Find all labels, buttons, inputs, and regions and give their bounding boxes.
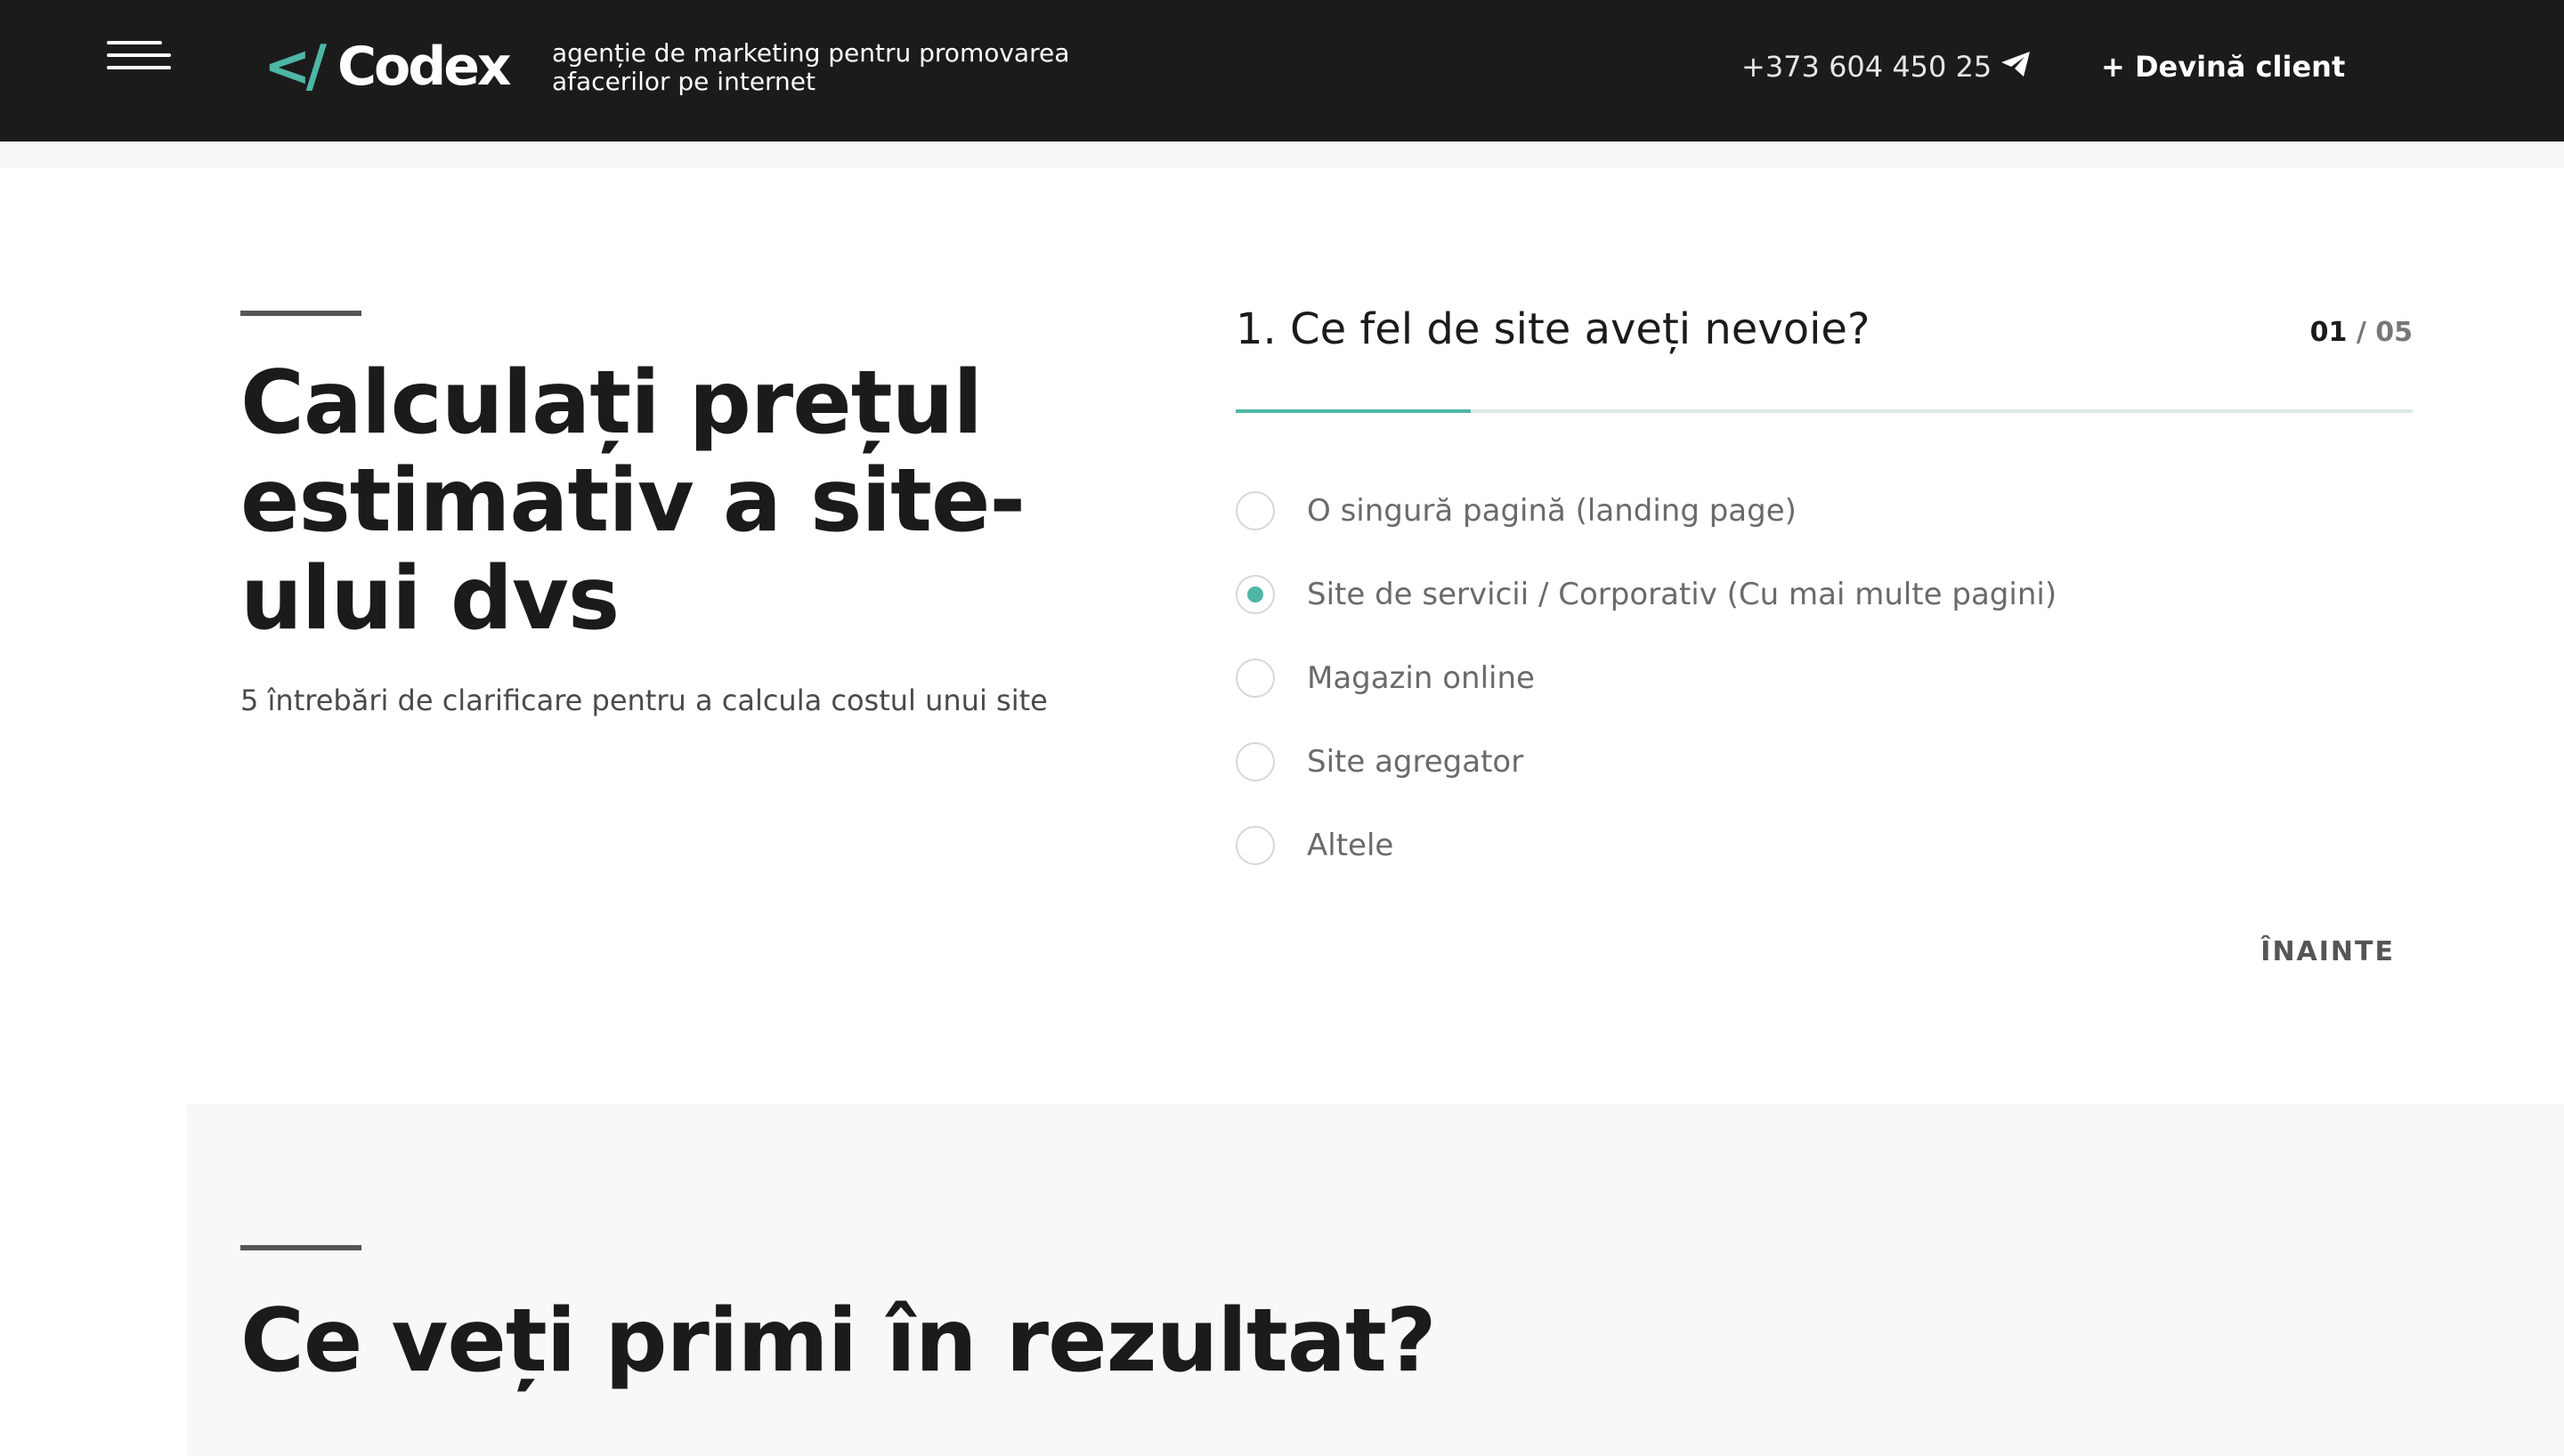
- radio-button[interactable]: [1236, 491, 1275, 530]
- site-header: </ Codex agenție de marketing pentru pro…: [0, 0, 2564, 142]
- menu-icon[interactable]: [107, 39, 171, 71]
- radio-button[interactable]: [1236, 575, 1275, 614]
- radio-button[interactable]: [1236, 826, 1275, 865]
- logo-mark: </: [264, 34, 327, 100]
- option-aggregator-site[interactable]: Site agregator: [1236, 740, 1523, 783]
- option-label: O singură pagină (landing page): [1307, 493, 1797, 529]
- phone-link[interactable]: +373 604 450 25: [1741, 50, 1992, 84]
- step-current: 01: [2309, 317, 2348, 348]
- logo-text: Codex: [337, 36, 512, 98]
- result-accent-line: [240, 1245, 361, 1250]
- option-label: Site agregator: [1307, 744, 1524, 780]
- header-shadow-band: [0, 142, 2564, 168]
- quiz-progress-bar: [1236, 409, 2413, 413]
- step-total: 05: [2375, 317, 2413, 348]
- header-tagline: agenție de marketing pentru promovarea a…: [552, 38, 1070, 96]
- option-label: Site de servicii / Corporativ (Cu mai mu…: [1307, 577, 2057, 612]
- quiz-step-counter: 01 / 05: [2279, 317, 2413, 348]
- quiz-question: 1. Ce fel de site aveți nevoie?: [1236, 304, 1870, 354]
- result-section: [187, 1104, 2564, 1456]
- telegram-icon[interactable]: [2000, 50, 2032, 78]
- result-title: Ce veți primi în rezultat?: [240, 1290, 1437, 1392]
- radio-button[interactable]: [1236, 742, 1275, 781]
- option-other[interactable]: Altele: [1236, 824, 1393, 867]
- section-accent-line: [240, 311, 361, 316]
- step-separator: /: [2347, 317, 2376, 348]
- become-client-button[interactable]: + Devină client: [2101, 50, 2345, 84]
- logo[interactable]: </ Codex: [264, 34, 512, 100]
- option-landing-page[interactable]: O singură pagină (landing page): [1236, 489, 1797, 532]
- radio-button[interactable]: [1236, 659, 1275, 698]
- next-button[interactable]: ÎNAINTE: [2252, 936, 2395, 967]
- option-label: Magazin online: [1307, 660, 1535, 696]
- calculator-title: Calculați prețul estimativ a site-ului d…: [240, 352, 1026, 650]
- calculator-subtitle: 5 întrebări de clarificare pentru a calc…: [240, 684, 1048, 717]
- quiz-progress-fill: [1236, 409, 1472, 413]
- option-corporate-site[interactable]: Site de servicii / Corporativ (Cu mai mu…: [1236, 573, 2057, 616]
- option-online-shop[interactable]: Magazin online: [1236, 657, 1535, 700]
- option-label: Altele: [1307, 828, 1394, 863]
